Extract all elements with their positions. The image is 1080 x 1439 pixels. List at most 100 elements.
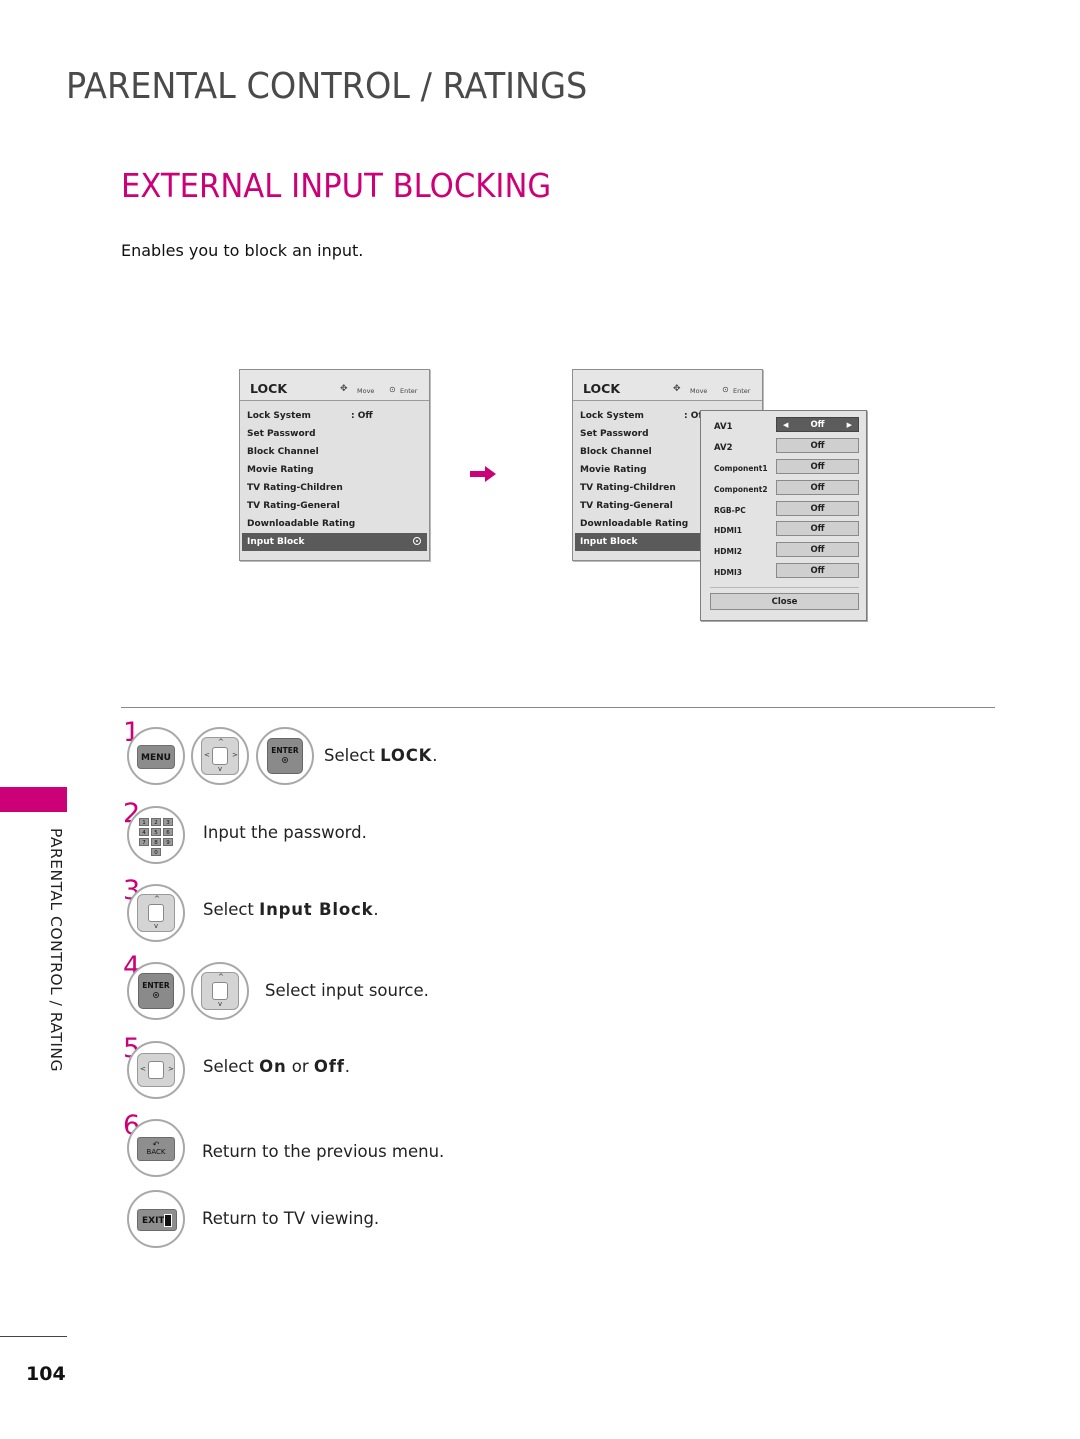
input-row-component1[interactable]: Component1 Off bbox=[701, 459, 866, 479]
menu-item-downloadable-rating[interactable]: Downloadable Rating bbox=[240, 515, 429, 533]
step-text-bold: LOCK bbox=[380, 746, 433, 765]
key-5[interactable]: 5 bbox=[151, 828, 161, 836]
right-chevron-icon: > bbox=[232, 751, 238, 759]
enter-icon: ⊙ bbox=[722, 385, 729, 394]
popup-divider bbox=[710, 587, 859, 588]
dpad-center bbox=[212, 747, 228, 765]
menu-item-lock-system[interactable]: Lock System: Off bbox=[240, 407, 429, 425]
input-value-selector[interactable]: Off bbox=[776, 521, 859, 536]
menu-item-label: TV Rating-General bbox=[580, 501, 673, 511]
input-value: Off bbox=[810, 462, 825, 472]
step-3-text: Select Input Block. bbox=[203, 900, 379, 919]
step-1-text: Select LOCK. bbox=[324, 746, 437, 765]
input-value: Off bbox=[810, 504, 825, 514]
step-text-plain: Select bbox=[324, 746, 381, 765]
input-value-selector[interactable]: Off bbox=[776, 480, 859, 495]
input-value-selector[interactable]: Off bbox=[776, 542, 859, 557]
key-2[interactable]: 2 bbox=[151, 818, 161, 826]
move-icon: ✥ bbox=[673, 384, 681, 394]
enter-label: ENTER bbox=[142, 981, 170, 990]
input-label: RGB-PC bbox=[714, 506, 746, 515]
input-label: HDMI3 bbox=[714, 568, 742, 577]
menu-item-tv-rating-general[interactable]: TV Rating-General bbox=[240, 497, 429, 515]
remote-enter-button: ENTER bbox=[127, 962, 185, 1020]
step-4-text: Select input source. bbox=[265, 981, 429, 1000]
input-value-selector[interactable]: Off bbox=[776, 438, 859, 453]
dpad-4way[interactable]: ^ < > v bbox=[201, 737, 239, 775]
step-text-bold: On bbox=[259, 1057, 287, 1076]
enter-button[interactable]: ENTER bbox=[267, 738, 303, 774]
close-button[interactable]: Close bbox=[710, 593, 859, 610]
input-row-av1[interactable]: AV1 ◀ Off ▶ bbox=[701, 417, 866, 437]
input-label: HDMI2 bbox=[714, 547, 742, 556]
menu-button[interactable]: MENU bbox=[137, 745, 175, 769]
input-row-hdmi3[interactable]: HDMI3 Off bbox=[701, 563, 866, 583]
menu-item-block-channel[interactable]: Block Channel bbox=[240, 443, 429, 461]
input-value-selector[interactable]: Off bbox=[776, 459, 859, 474]
step-text-plain: . bbox=[432, 746, 438, 765]
key-7[interactable]: 7 bbox=[139, 838, 149, 846]
left-chevron-icon: < bbox=[204, 751, 210, 759]
move-hint: Move bbox=[357, 387, 375, 395]
menu-item-input-block[interactable]: Input Block bbox=[242, 533, 427, 551]
input-row-hdmi2[interactable]: HDMI2 Off bbox=[701, 542, 866, 562]
step-6-text: Return to the previous menu. bbox=[202, 1142, 445, 1161]
enter-label: ENTER bbox=[271, 746, 299, 755]
dpad-updown[interactable]: ^ v bbox=[201, 972, 239, 1010]
remote-dpad-updown: ^ v bbox=[191, 962, 249, 1020]
menu-item-movie-rating[interactable]: Movie Rating bbox=[240, 461, 429, 479]
osd-title: LOCK bbox=[250, 381, 288, 396]
dpad-updown[interactable]: ^ v bbox=[137, 894, 175, 932]
input-value-selector[interactable]: Off bbox=[776, 501, 859, 516]
key-9[interactable]: 9 bbox=[163, 838, 173, 846]
menu-item-value: : Off bbox=[351, 411, 373, 421]
osd-header: LOCK ✥ Move ⊙ Enter bbox=[573, 370, 762, 401]
left-arrow-icon[interactable]: ◀ bbox=[783, 418, 788, 433]
menu-item-label: Block Channel bbox=[580, 447, 652, 457]
input-value: Off bbox=[810, 483, 825, 493]
menu-item-label: Movie Rating bbox=[247, 465, 314, 475]
enter-hint: Enter bbox=[733, 387, 751, 395]
move-icon: ✥ bbox=[340, 384, 348, 394]
step-text-bold: Off bbox=[313, 1057, 345, 1076]
input-row-rgb-pc[interactable]: RGB-PC Off bbox=[701, 501, 866, 521]
key-6[interactable]: 6 bbox=[163, 828, 173, 836]
menu-item-label: Block Channel bbox=[247, 447, 319, 457]
input-row-av2[interactable]: AV2 Off bbox=[701, 438, 866, 458]
menu-item-set-password[interactable]: Set Password bbox=[240, 425, 429, 443]
menu-item-tv-rating-children[interactable]: TV Rating-Children bbox=[240, 479, 429, 497]
input-value-selector[interactable]: Off bbox=[776, 563, 859, 578]
right-arrow-icon bbox=[470, 466, 496, 482]
page-number: 104 bbox=[26, 1363, 66, 1385]
key-0[interactable]: 0 bbox=[151, 848, 161, 856]
input-block-popup: AV1 ◀ Off ▶ AV2 Off Component1 Off Compo… bbox=[700, 410, 867, 621]
move-hint: Move bbox=[690, 387, 708, 395]
input-value-selector[interactable]: ◀ Off ▶ bbox=[776, 417, 859, 432]
enter-hint: Enter bbox=[400, 387, 418, 395]
menu-item-label: Input Block bbox=[580, 537, 638, 547]
remote-exit-button: EXIT bbox=[127, 1190, 185, 1248]
right-chevron-icon: > bbox=[168, 1065, 174, 1073]
osd-title: LOCK bbox=[583, 381, 621, 396]
enter-button[interactable]: ENTER bbox=[138, 973, 174, 1009]
dpad-leftright[interactable]: < > bbox=[137, 1053, 175, 1087]
right-arrow-icon[interactable]: ▶ bbox=[847, 418, 852, 433]
step-exit-text: Return to TV viewing. bbox=[202, 1209, 380, 1228]
up-chevron-icon: ^ bbox=[218, 738, 224, 746]
remote-dpad-updown: ^ v bbox=[127, 884, 185, 942]
dpad-center bbox=[148, 1061, 164, 1079]
section-divider bbox=[121, 707, 995, 708]
input-value: Off bbox=[810, 524, 825, 534]
input-row-hdmi1[interactable]: HDMI1 Off bbox=[701, 521, 866, 541]
input-row-component2[interactable]: Component2 Off bbox=[701, 480, 866, 500]
key-4[interactable]: 4 bbox=[139, 828, 149, 836]
exit-button[interactable]: EXIT bbox=[137, 1209, 177, 1231]
intro-text: Enables you to block an input. bbox=[121, 241, 364, 260]
chapter-tab bbox=[0, 787, 67, 812]
key-1[interactable]: 1 bbox=[139, 818, 149, 826]
back-button[interactable]: ↶ BACK bbox=[137, 1137, 175, 1161]
osd-lock-menu: LOCK ✥ Move ⊙ Enter Lock System: Off Set… bbox=[239, 369, 430, 561]
key-3[interactable]: 3 bbox=[163, 818, 173, 826]
page-title: PARENTAL CONTROL / RATINGS bbox=[66, 66, 588, 107]
key-8[interactable]: 8 bbox=[151, 838, 161, 846]
